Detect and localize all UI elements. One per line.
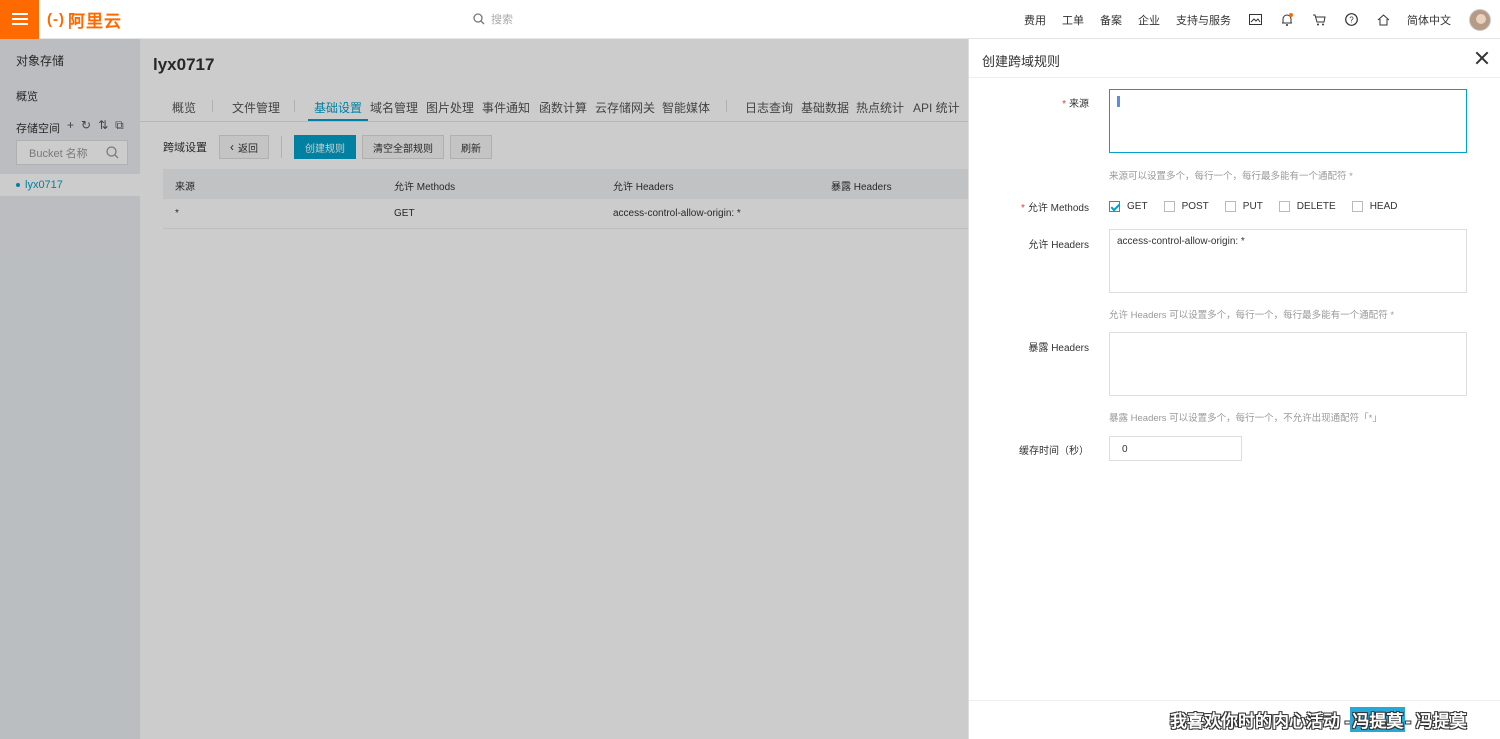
expose-headers-textarea[interactable] xyxy=(1109,332,1467,396)
cache-time-label: 缓存时间（秒） xyxy=(1019,446,1089,457)
brand-mark: (-) xyxy=(47,10,65,28)
checkbox-unchecked-icon xyxy=(1224,201,1236,212)
methods-label: * 允许 Methods xyxy=(1021,199,1089,214)
nav-enterprise[interactable]: 企业 xyxy=(1138,12,1160,28)
top-nav: 费用 工单 备案 企业 支持与服务 ? 简体中文 xyxy=(1024,0,1500,39)
required-asterisk: * xyxy=(1062,99,1066,110)
text-cursor xyxy=(1117,96,1120,107)
method-put-checkbox[interactable]: PUT xyxy=(1224,201,1263,212)
expose-headers-label: 暴露 Headers xyxy=(1028,343,1089,354)
expose-headers-hint: 暴露 Headers 可以设置多个，每行一个，不允许出现通配符「*」 xyxy=(1109,413,1382,424)
origin-label: * 来源 xyxy=(1062,95,1089,110)
svg-text:?: ? xyxy=(1349,16,1354,25)
method-post-checkbox[interactable]: POST xyxy=(1163,201,1209,212)
method-post-label: POST xyxy=(1181,201,1209,212)
global-search[interactable]: 搜索 xyxy=(473,11,513,27)
home-icon[interactable] xyxy=(1375,12,1391,28)
method-get-label: GET xyxy=(1127,201,1148,212)
top-bar: (-) 阿里云 搜索 费用 工单 备案 企业 支持与服务 ? 简体中文 xyxy=(0,0,1500,39)
modal-backdrop[interactable] xyxy=(0,39,968,739)
cart-icon[interactable] xyxy=(1311,12,1327,28)
method-head-label: HEAD xyxy=(1369,201,1398,212)
search-icon xyxy=(473,13,485,25)
required-asterisk: * xyxy=(1020,203,1025,214)
subtitle-suffix: - 冯提莫 xyxy=(1405,712,1467,731)
drawer-footer-divider xyxy=(969,700,1500,701)
create-cors-rule-drawer: 创建跨域规则 * 来源 来源可以设置多个，每行一个，每行最多能有一个通配符 * *… xyxy=(968,39,1500,739)
allow-headers-hint: 允许 Headers 可以设置多个，每行一个，每行最多能有一个通配符 * xyxy=(1109,310,1395,321)
method-get-checkbox[interactable]: GET xyxy=(1109,201,1148,212)
checkbox-unchecked-icon xyxy=(1163,201,1175,212)
bell-icon[interactable] xyxy=(1279,12,1295,28)
allow-headers-textarea[interactable]: access-control-allow-origin: * xyxy=(1109,229,1467,293)
close-icon[interactable] xyxy=(1474,50,1490,66)
brand-name: 阿里云 xyxy=(68,11,122,31)
video-subtitle: 我喜欢你时的内心活动 - 冯提莫 - 冯提莫 xyxy=(1170,707,1467,732)
search-placeholder: 搜索 xyxy=(491,14,513,26)
origin-textarea[interactable] xyxy=(1109,89,1467,153)
checkbox-checked-icon xyxy=(1109,201,1120,212)
origin-hint: 来源可以设置多个，每行一个，每行最多能有一个通配符 * xyxy=(1109,171,1353,182)
nav-icp[interactable]: 备案 xyxy=(1100,12,1122,28)
method-delete-checkbox[interactable]: DELETE xyxy=(1278,201,1336,212)
nav-billing[interactable]: 费用 xyxy=(1024,12,1046,28)
methods-checkbox-group: GET POST PUT DELETE HEAD xyxy=(1109,201,1414,212)
checkbox-unchecked-icon xyxy=(1278,201,1290,212)
subtitle-highlight: 冯提莫 xyxy=(1350,707,1406,732)
subtitle-text: 我喜欢你时的内心活动 - xyxy=(1170,712,1351,731)
aliyun-logo[interactable]: (-) 阿里云 xyxy=(47,7,122,32)
nav-tickets[interactable]: 工单 xyxy=(1062,12,1084,28)
drawer-title: 创建跨域规则 xyxy=(982,54,1061,69)
origin-label-text: 来源 xyxy=(1069,99,1089,110)
user-avatar[interactable] xyxy=(1469,8,1491,31)
hamburger-menu-icon[interactable] xyxy=(0,0,39,39)
nav-support[interactable]: 支持与服务 xyxy=(1176,12,1231,28)
checkbox-unchecked-icon xyxy=(1351,201,1363,212)
method-head-checkbox[interactable]: HEAD xyxy=(1351,201,1398,212)
help-icon[interactable]: ? xyxy=(1343,12,1359,28)
methods-label-text: 允许 Methods xyxy=(1027,203,1089,214)
method-delete-label: DELETE xyxy=(1296,201,1336,212)
method-put-label: PUT xyxy=(1242,201,1263,212)
screen-icon[interactable] xyxy=(1247,12,1263,28)
allow-headers-label: 允许 Headers xyxy=(1028,240,1089,251)
cache-time-input[interactable]: 0 xyxy=(1109,436,1242,461)
drawer-header-divider xyxy=(969,77,1500,78)
language-switch[interactable]: 简体中文 xyxy=(1407,12,1451,28)
